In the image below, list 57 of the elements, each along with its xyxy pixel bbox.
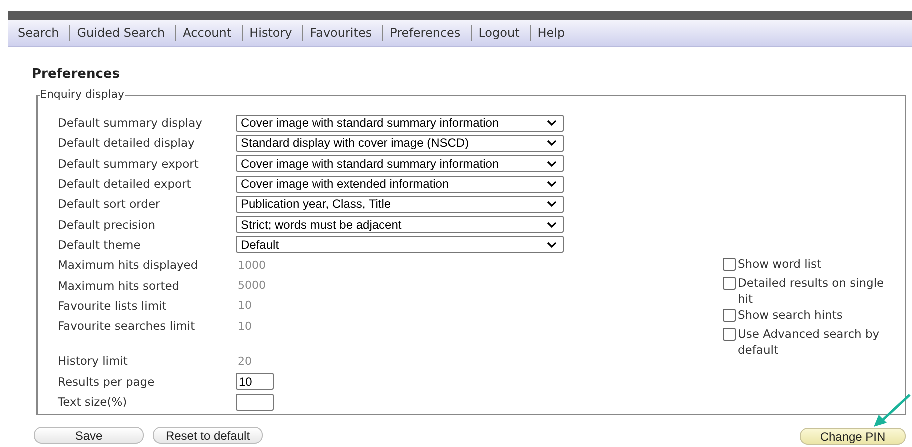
dropdown[interactable]: Cover image with extended information bbox=[236, 176, 564, 193]
nav-link[interactable]: Favourites bbox=[303, 26, 382, 40]
checkbox[interactable] bbox=[723, 277, 736, 290]
dropdown[interactable]: Publication year, Class, Title bbox=[236, 196, 564, 213]
page-title: Preferences bbox=[32, 67, 121, 82]
dropdown[interactable]: Strict; words must be adjacent bbox=[236, 216, 564, 234]
checkbox-label: Show search hints bbox=[738, 307, 843, 323]
setting-value: 5000 bbox=[237, 279, 266, 292]
setting-label: Default detailed display bbox=[58, 136, 196, 150]
checkbox-label: Use Advanced search by default bbox=[738, 326, 881, 358]
annotation-arrow bbox=[872, 393, 912, 429]
setting-label: Favourite lists limit bbox=[58, 298, 168, 313]
setting-label: Default sort order bbox=[58, 197, 162, 212]
setting-label: Maximum hits sorted bbox=[58, 278, 181, 293]
setting-value: 10 bbox=[237, 320, 252, 333]
setting-label: Maximum hits displayed bbox=[58, 258, 200, 272]
dropdown[interactable]: Cover image with standard summary information bbox=[236, 114, 564, 132]
dropdown[interactable]: Cover image with standard summary information bbox=[236, 155, 564, 172]
form-button[interactable]: Reset to default bbox=[153, 427, 263, 444]
nav-link[interactable]: Guided Search bbox=[70, 26, 176, 40]
chevron-down-icon bbox=[547, 201, 557, 208]
setting-label: Default theme bbox=[58, 238, 142, 252]
setting-label: Text size(%) bbox=[58, 395, 128, 409]
dropdown[interactable]: Default bbox=[236, 236, 564, 254]
setting-value: 1000 bbox=[237, 258, 266, 272]
nav-link[interactable]: Search bbox=[18, 26, 70, 40]
checkbox[interactable] bbox=[723, 309, 736, 322]
checkbox-label: Detailed results on single hit bbox=[738, 275, 886, 307]
nav-link[interactable]: Preferences bbox=[383, 26, 471, 40]
nav-link[interactable]: History bbox=[242, 26, 302, 40]
setting-label: History limit bbox=[58, 354, 129, 368]
setting-value: 10 bbox=[237, 299, 252, 312]
checkbox-label: Show word list bbox=[738, 256, 822, 272]
setting-label: Results per page bbox=[58, 374, 156, 389]
checkbox[interactable] bbox=[723, 258, 736, 271]
setting-label: Default precision bbox=[58, 218, 157, 232]
chevron-down-icon bbox=[547, 222, 557, 228]
dropdown[interactable]: Standard display with cover image (NSCD) bbox=[236, 134, 564, 152]
form-button[interactable]: Save bbox=[34, 427, 144, 444]
nav-link[interactable]: Logout bbox=[472, 26, 530, 40]
setting-label: Default summary display bbox=[58, 116, 204, 130]
chevron-down-icon bbox=[547, 140, 557, 146]
chevron-down-icon bbox=[547, 242, 557, 248]
chevron-down-icon bbox=[547, 160, 557, 167]
input-field[interactable] bbox=[236, 394, 274, 410]
nav-link[interactable]: Help bbox=[530, 26, 576, 40]
setting-value: 20 bbox=[237, 354, 252, 368]
setting-label: Default detailed export bbox=[58, 177, 192, 192]
change-pin-button[interactable]: Change PIN bbox=[800, 428, 906, 445]
fieldset-legend: Enquiry display bbox=[40, 88, 125, 102]
chevron-down-icon bbox=[547, 120, 557, 126]
setting-label: Favourite searches limit bbox=[58, 319, 196, 334]
setting-label: Default summary export bbox=[58, 156, 200, 171]
chevron-down-icon bbox=[547, 181, 557, 188]
nav-link[interactable]: Account bbox=[176, 26, 242, 40]
checkbox[interactable] bbox=[723, 328, 736, 341]
input-field[interactable]: 10 bbox=[236, 373, 274, 390]
